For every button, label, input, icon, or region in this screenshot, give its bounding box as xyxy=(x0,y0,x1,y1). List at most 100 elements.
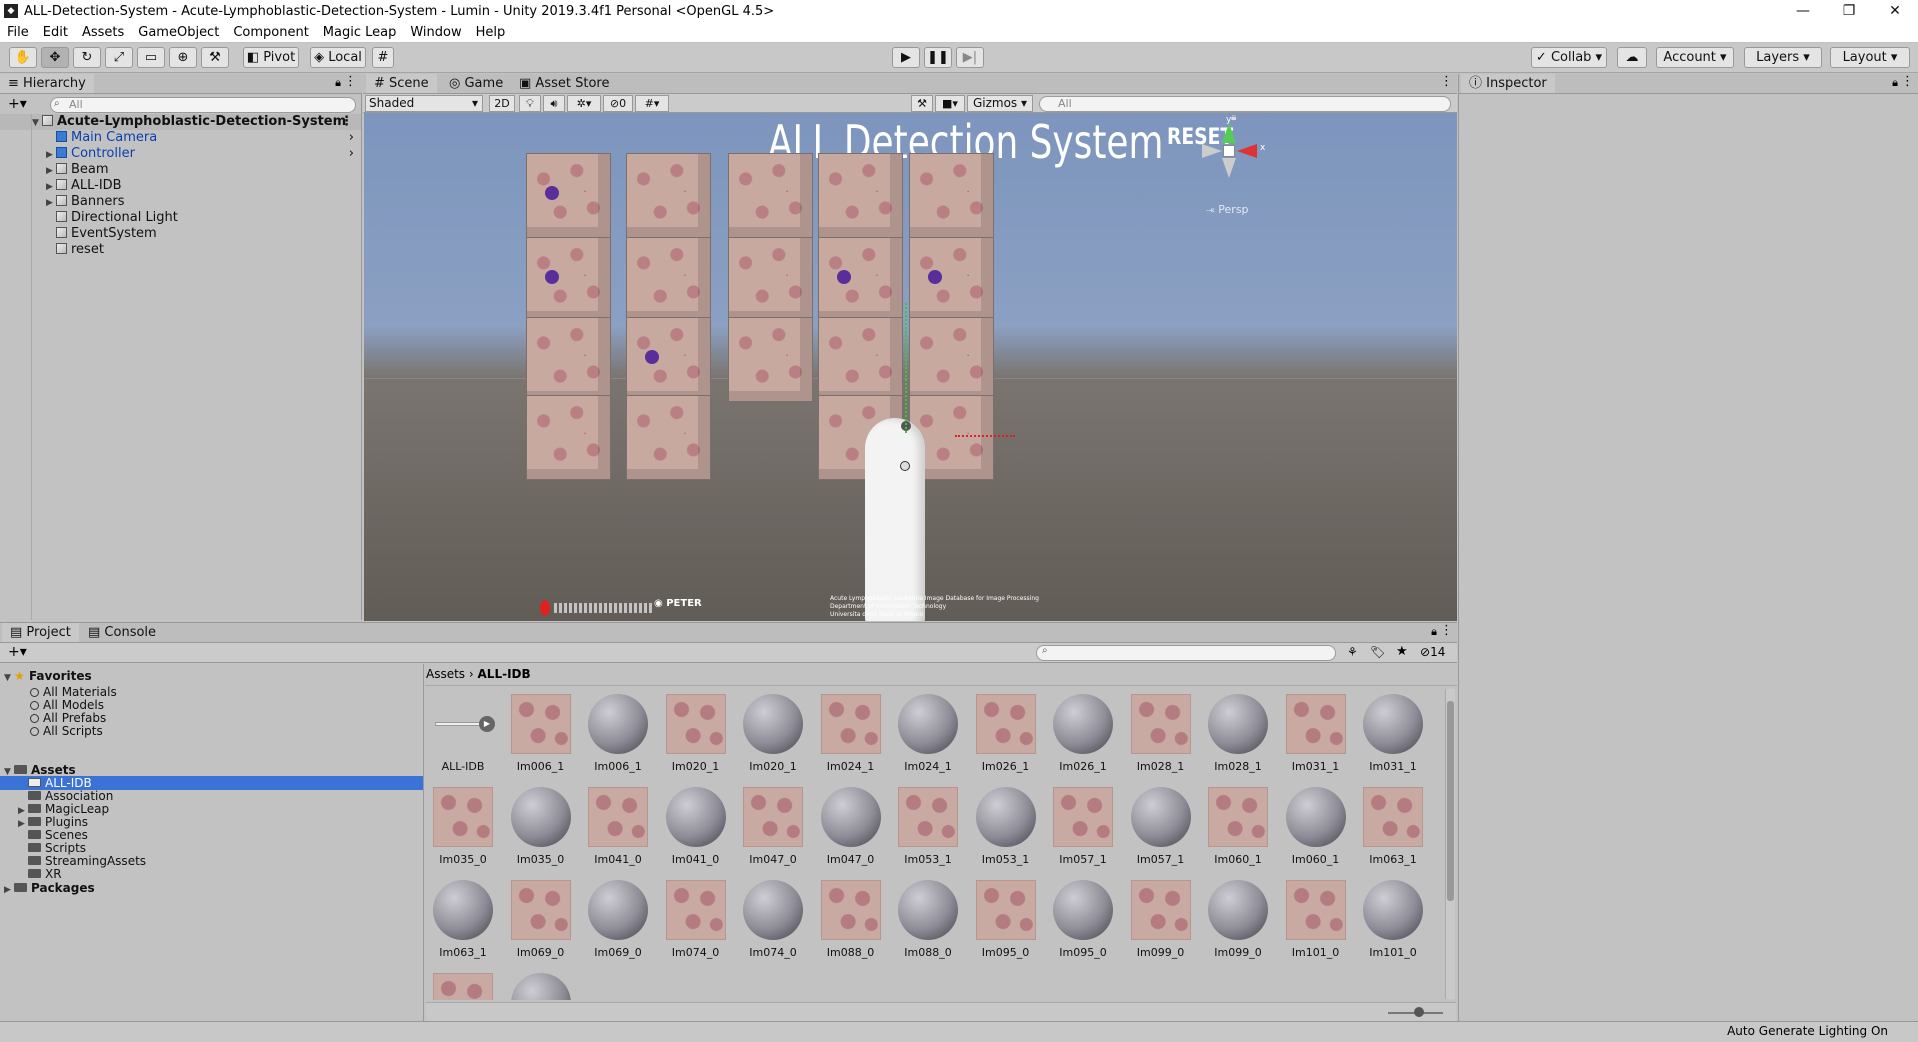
scrollbar-thumb[interactable] xyxy=(1447,701,1454,901)
packages-header[interactable]: ▶ Packages xyxy=(4,880,95,896)
pause-button[interactable]: ❚❚ xyxy=(924,47,952,68)
hierarchy-item-main-camera[interactable]: Main Camera › xyxy=(0,130,360,146)
tab-console[interactable]: ▤ Console xyxy=(80,623,164,642)
x-axis-handle[interactable] xyxy=(955,435,1015,437)
cell-texture-cube[interactable] xyxy=(909,153,994,238)
scene-menu-icon[interactable]: ⋮ xyxy=(340,114,353,130)
rect-tool-icon[interactable]: ▭ xyxy=(137,47,165,68)
cell-texture-cube[interactable] xyxy=(626,153,711,238)
asset-item[interactable]: Im074_0 xyxy=(663,880,729,959)
asset-item[interactable]: Im060_1 xyxy=(1205,787,1271,866)
scene-search-input[interactable]: All xyxy=(1039,96,1451,112)
folder-item-magicleap[interactable]: ▶ MagicLeap xyxy=(0,802,423,816)
asset-item[interactable] xyxy=(508,973,574,1000)
transform-tool-icon[interactable]: ⊕ xyxy=(169,47,197,68)
asset-item[interactable]: Im060_1 xyxy=(1283,787,1349,866)
asset-item[interactable]: Im069_0 xyxy=(508,880,574,959)
asset-item[interactable]: Im024_1 xyxy=(895,694,961,773)
hidden-objects-toggle[interactable]: ⊘0 xyxy=(603,95,633,112)
cell-texture-cube[interactable] xyxy=(818,317,903,402)
menu-help[interactable]: Help xyxy=(469,25,513,40)
asset-item[interactable]: Im053_1 xyxy=(895,787,961,866)
expand-arrow-icon[interactable]: ▶ xyxy=(46,195,56,211)
inspector-tab[interactable]: ⓘ Inspector xyxy=(1461,74,1555,93)
step-button[interactable]: ▶| xyxy=(956,47,984,68)
inspector-lock-icon[interactable]: 🔒︎ xyxy=(1892,76,1898,90)
scale-tool-icon[interactable]: ⤢ xyxy=(105,47,133,68)
folder-item-all-idb[interactable]: ALL-IDB xyxy=(0,776,423,790)
scene-root-row[interactable]: ▼ Acute-Lymphoblastic-Detection-System ⋮ xyxy=(0,114,361,130)
controller-model[interactable] xyxy=(865,418,925,621)
asset-item[interactable]: Im026_1 xyxy=(973,694,1039,773)
panel-menu-icon[interactable]: ⋮ xyxy=(344,74,357,89)
tools-icon[interactable]: ⚒ xyxy=(911,95,933,112)
cell-texture-cube[interactable] xyxy=(728,317,813,402)
asset-item[interactable]: Im028_1 xyxy=(1205,694,1271,773)
asset-item[interactable]: Im047_0 xyxy=(818,787,884,866)
hierarchy-item-banners[interactable]: ▶ Banners xyxy=(0,194,360,210)
local-toggle[interactable]: ◈ Local xyxy=(310,47,366,68)
move-tool-icon[interactable]: ✥ xyxy=(41,47,69,68)
favorite-item[interactable]: All Scripts xyxy=(30,723,103,739)
scene-view[interactable]: ALL Detection System RESET ◉ PETER Acute… xyxy=(364,113,1457,621)
grid-dropdown-icon[interactable]: #▾ xyxy=(635,95,669,112)
gizmo-lock-icon[interactable]: 🔒︎ xyxy=(1231,113,1236,123)
asset-item[interactable]: Im041_0 xyxy=(663,787,729,866)
project-lock-icon[interactable]: 🔒︎ xyxy=(1431,625,1437,639)
asset-item[interactable]: Im020_1 xyxy=(740,694,806,773)
asset-item[interactable]: Im069_0 xyxy=(585,880,651,959)
asset-item[interactable]: Im095_0 xyxy=(1050,880,1116,959)
cell-texture-cube[interactable] xyxy=(728,153,813,238)
cell-texture-cube[interactable] xyxy=(626,395,711,480)
asset-item[interactable]: Im063_1 xyxy=(1360,787,1426,866)
asset-item[interactable]: Im035_0 xyxy=(508,787,574,866)
menu-component[interactable]: Component xyxy=(226,25,315,40)
close-window-button[interactable]: ✕ xyxy=(1872,0,1918,22)
collab-dropdown[interactable]: ✓ Collab ▾ xyxy=(1531,47,1607,68)
2d-toggle[interactable]: 2D xyxy=(489,95,515,112)
asset-scrollbar[interactable] xyxy=(1445,689,1455,999)
folder-item-xr[interactable]: XR xyxy=(0,867,423,881)
folder-item-scripts[interactable]: Scripts xyxy=(0,841,423,855)
project-create-button[interactable]: +▾ xyxy=(8,644,27,660)
rotate-tool-icon[interactable]: ↻ xyxy=(73,47,101,68)
hierarchy-item-beam[interactable]: ▶ Beam xyxy=(0,162,360,178)
account-dropdown[interactable]: Account ▾ xyxy=(1656,47,1734,68)
restore-button[interactable]: ❐ xyxy=(1826,0,1872,22)
cell-texture-cube[interactable] xyxy=(728,237,813,322)
inspector-menu-icon[interactable]: ⋮ xyxy=(1901,74,1914,89)
shading-mode-dropdown[interactable]: Shaded ▾ xyxy=(365,95,483,112)
folder-item-scenes[interactable]: Scenes xyxy=(0,828,423,842)
orientation-gizmo[interactable]: x y xyxy=(1194,115,1265,193)
asset-item[interactable]: Im041_0 xyxy=(585,787,651,866)
cell-texture-cube[interactable] xyxy=(526,317,611,402)
status-lighting-text[interactable]: Auto Generate Lighting On xyxy=(1727,1024,1888,1038)
tab-project[interactable]: ▤ Project xyxy=(2,623,79,642)
asset-item[interactable]: Im028_1 xyxy=(1128,694,1194,773)
asset-item[interactable]: Im099_0 xyxy=(1128,880,1194,959)
hierarchy-item-directional-light[interactable]: Directional Light xyxy=(0,210,360,226)
play-button[interactable]: ▶ xyxy=(892,47,920,68)
menu-assets[interactable]: Assets xyxy=(75,25,131,40)
asset-item[interactable]: Im031_1 xyxy=(1360,694,1426,773)
open-prefab-chevron-icon[interactable]: › xyxy=(349,130,354,146)
menu-window[interactable]: Window xyxy=(403,25,468,40)
breadcrumb-current[interactable]: ALL-IDB xyxy=(478,667,531,681)
asset-item[interactable]: Im026_1 xyxy=(1050,694,1116,773)
tab-scene[interactable]: # Scene xyxy=(366,74,437,93)
grid-snap-icon[interactable]: # xyxy=(372,47,394,68)
cell-texture-cube[interactable] xyxy=(818,153,903,238)
asset-item[interactable]: Im047_0 xyxy=(740,787,806,866)
layers-dropdown[interactable]: Layers ▾ xyxy=(1744,47,1822,68)
menu-gameobject[interactable]: GameObject xyxy=(131,25,226,40)
cell-texture-cube[interactable] xyxy=(526,237,611,322)
asset-item[interactable]: Im035_0 xyxy=(430,787,496,866)
cloud-icon[interactable]: ☁ xyxy=(1617,47,1647,68)
asset-item[interactable]: Im053_1 xyxy=(973,787,1039,866)
favorite-star-icon[interactable]: ★ xyxy=(1396,644,1408,659)
folder-item-streamingassets[interactable]: StreamingAssets xyxy=(0,854,423,868)
asset-item[interactable]: Im057_1 xyxy=(1128,787,1194,866)
scene-panel-menu-icon[interactable]: ⋮ xyxy=(1440,74,1453,89)
project-search-input[interactable] xyxy=(1036,645,1336,661)
create-button[interactable]: +▾ xyxy=(8,96,27,112)
